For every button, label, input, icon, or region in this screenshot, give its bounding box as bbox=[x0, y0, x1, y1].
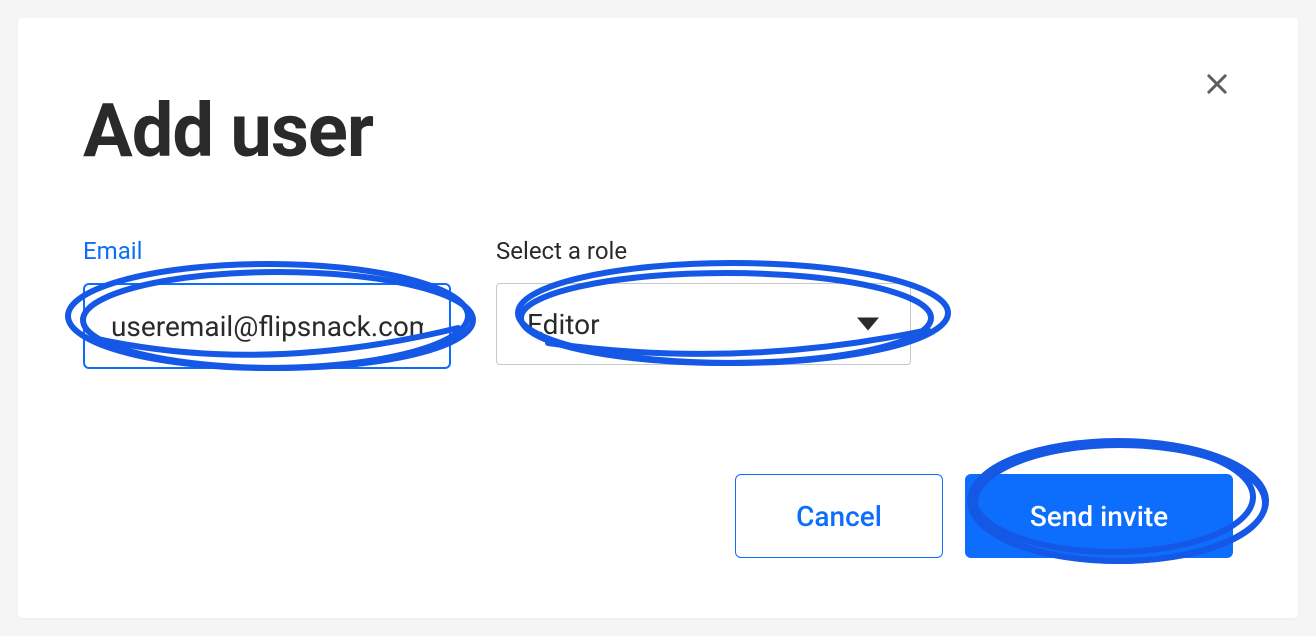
close-button[interactable] bbox=[1201, 68, 1233, 100]
email-label: Email bbox=[83, 237, 451, 265]
send-invite-button[interactable]: Send invite bbox=[965, 474, 1233, 558]
close-icon bbox=[1203, 70, 1231, 98]
modal-title: Add user bbox=[83, 88, 1233, 175]
button-row: Cancel Send invite bbox=[735, 474, 1233, 558]
add-user-modal: Add user Email Select a role Editor Canc… bbox=[18, 18, 1298, 618]
cancel-button[interactable]: Cancel bbox=[735, 474, 943, 558]
email-input[interactable] bbox=[83, 283, 451, 369]
role-select-wrap: Editor bbox=[496, 283, 911, 365]
role-label: Select a role bbox=[496, 237, 911, 265]
form-row: Email Select a role Editor bbox=[83, 237, 1233, 369]
role-select[interactable]: Editor bbox=[496, 283, 911, 365]
email-field-group: Email bbox=[83, 237, 451, 369]
role-field-group: Select a role Editor bbox=[496, 237, 911, 369]
